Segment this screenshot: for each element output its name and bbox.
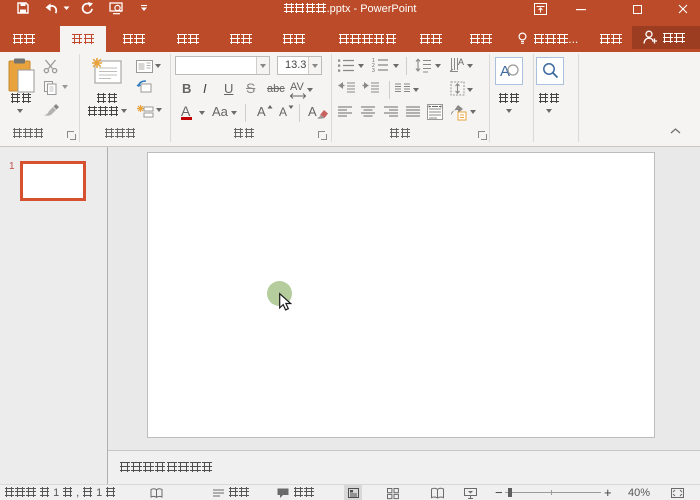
svg-text:A: A <box>458 57 464 67</box>
svg-text:3: 3 <box>372 68 375 74</box>
